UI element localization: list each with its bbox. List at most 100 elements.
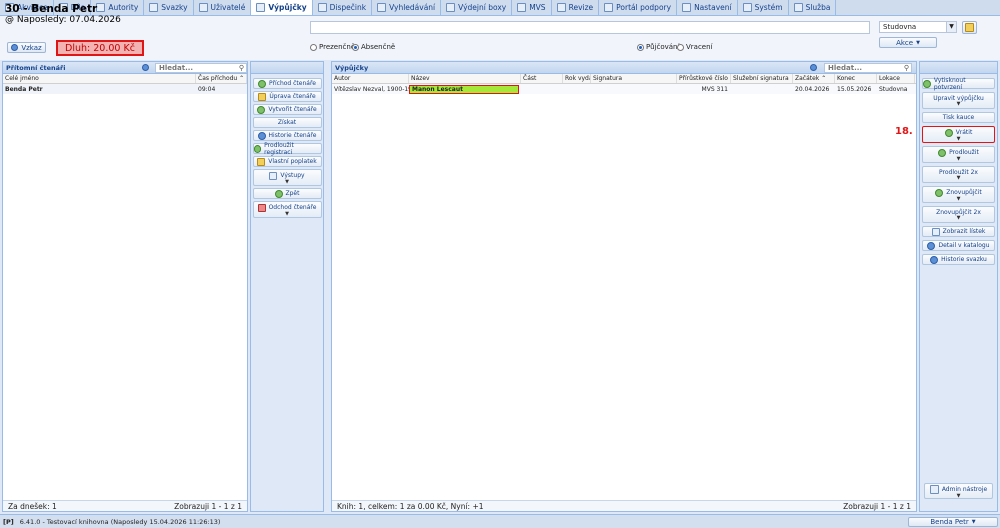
column-header[interactable]: Rok vydání bbox=[563, 74, 591, 83]
radio-return-dot bbox=[677, 43, 684, 51]
admin-tools-button[interactable]: Admin nástroje ▼ bbox=[924, 483, 993, 499]
table-row[interactable]: Benda Petr 09:04 bbox=[3, 84, 247, 94]
fee-button[interactable]: Vlastní poplatek bbox=[252, 156, 322, 167]
history-icon bbox=[257, 131, 266, 140]
arrival-time-cell: 09:04 bbox=[198, 85, 216, 93]
accession-cell: MVS 311 bbox=[701, 85, 728, 93]
status-prefix: [P] bbox=[3, 517, 14, 526]
present-readers-filter[interactable]: Hledat... ⚲ bbox=[155, 63, 247, 73]
tab-volumes[interactable]: Svazky bbox=[144, 0, 194, 15]
tab-mvs[interactable]: MVS bbox=[512, 0, 552, 15]
action-button-label: Akce bbox=[896, 38, 914, 47]
tab-label: Revize bbox=[568, 3, 594, 12]
catalog-button[interactable]: Detail v katalogu bbox=[922, 240, 995, 251]
status-text: 6.41.0 - Testovací knihovna (Naposledy 1… bbox=[19, 517, 221, 526]
column-header[interactable]: Část bbox=[521, 74, 563, 83]
print-button[interactable]: Výstupy ▼ bbox=[252, 169, 322, 186]
radio-presence[interactable]: Prezenčně bbox=[310, 43, 355, 51]
action-button[interactable]: Akce ▼ bbox=[879, 37, 937, 48]
volume-history-button[interactable]: Historie svazku bbox=[922, 254, 995, 265]
column-header[interactable]: Celé jméno bbox=[3, 74, 196, 83]
arrival-button[interactable]: Příchod čtenáře bbox=[252, 78, 322, 89]
tab-label: Nastavení bbox=[694, 3, 732, 12]
radio-absence[interactable]: Absenčně bbox=[352, 43, 395, 51]
reborrow-button[interactable]: Znovupůjčit ▼ bbox=[922, 186, 995, 203]
extend-button[interactable]: Prodloužit ▼ bbox=[922, 146, 995, 163]
message-icon bbox=[11, 44, 19, 51]
button-label: Vlastní poplatek bbox=[268, 158, 317, 165]
action-3-button[interactable]: Získat bbox=[252, 117, 322, 128]
button-label: Znovupůjčit bbox=[946, 189, 982, 196]
tab-label: Autority bbox=[108, 3, 139, 12]
tab-system[interactable]: Systém bbox=[738, 0, 789, 15]
reader-title: 30 - Benda Petr bbox=[5, 3, 98, 15]
loan-actions-column: Vytisknout potvrzení Upravit výpůjčku ▼ Tis… bbox=[919, 61, 998, 512]
column-header[interactable]: Signatura bbox=[591, 74, 677, 83]
location-cell: Studovna bbox=[879, 85, 908, 93]
filter-placeholder: Hledat... bbox=[159, 64, 194, 72]
button-label: Zobrazit lístek bbox=[942, 228, 986, 235]
tab-revision[interactable]: Revize bbox=[552, 0, 600, 15]
radio-borrow-label: Půjčování bbox=[646, 43, 680, 51]
create-reader-button[interactable]: Vytvořit čtenáře bbox=[252, 104, 322, 115]
info-icon[interactable] bbox=[810, 64, 817, 71]
column-header[interactable]: Přírůstkové číslo bbox=[677, 74, 731, 83]
tab-support[interactable]: Portál podpory bbox=[599, 0, 678, 15]
column-header[interactable]: Název bbox=[409, 74, 521, 83]
tab-settings[interactable]: Nastavení bbox=[677, 0, 738, 15]
extend-registration-button[interactable]: Prodloužit registraci bbox=[252, 141, 322, 156]
action-1-button[interactable]: Upravit výpůjčku ▼ bbox=[922, 92, 995, 109]
tab-label: Systém bbox=[754, 3, 783, 12]
column-header[interactable]: Služební signatura bbox=[731, 74, 793, 83]
user-menu-button[interactable]: Benda Petr ▼ bbox=[908, 517, 998, 527]
history-button[interactable]: Historie čtenáře bbox=[252, 130, 322, 141]
step-annotation: 18. bbox=[895, 126, 913, 137]
tab-search[interactable]: Vyhledávání bbox=[372, 0, 442, 15]
button-label: Prodloužit registraci bbox=[264, 141, 294, 156]
print-receipt-button[interactable]: Vytisknout potvrzení bbox=[922, 76, 995, 91]
return-button[interactable]: Vrátit ▼ bbox=[922, 126, 995, 143]
radio-borrow[interactable]: Půjčování bbox=[637, 43, 679, 51]
column-header[interactable]: Lokace bbox=[877, 74, 915, 83]
action-5-button[interactable]: Prodloužit 2x ▼ bbox=[922, 166, 995, 183]
barcode-input[interactable] bbox=[310, 21, 870, 34]
action-7-button[interactable]: Znovupůjčit 2x ▼ bbox=[922, 206, 995, 223]
tab-authority[interactable]: Autority bbox=[91, 0, 145, 15]
tab-boxes[interactable]: Výdejní boxy bbox=[441, 0, 513, 15]
lock-button[interactable] bbox=[962, 21, 977, 34]
message-button[interactable]: Vzkaz bbox=[7, 42, 46, 53]
ticket-button[interactable]: Zobrazit lístek bbox=[922, 226, 995, 237]
button-label: Odchod čtenáře bbox=[268, 204, 317, 211]
start-cell: 20.04.2026 bbox=[795, 85, 830, 93]
back-button[interactable]: Zpět bbox=[252, 188, 322, 199]
table-row[interactable]: Vítězslav Nezval, 1900-1958 Manon Lescau… bbox=[332, 84, 916, 94]
loans-header: Výpůjčky Hledat... ⚲ bbox=[332, 62, 916, 74]
radio-return[interactable]: Vracení bbox=[677, 43, 713, 51]
loans-filter[interactable]: Hledat... ⚲ bbox=[824, 63, 912, 73]
reader-actions-header bbox=[251, 62, 323, 74]
reborrow-icon bbox=[935, 188, 944, 197]
info-icon[interactable] bbox=[142, 64, 149, 71]
column-header[interactable]: Čas příchodu ⌃ bbox=[196, 74, 247, 83]
volume-history-icon bbox=[930, 255, 939, 264]
reader-name-cell: Benda Petr bbox=[5, 85, 43, 93]
location-select[interactable]: Studovna ▼ bbox=[879, 21, 957, 33]
debt-indicator[interactable]: Dluh: 20.00 Kč bbox=[56, 40, 144, 56]
tab-loans[interactable]: Výpůjčky bbox=[251, 0, 313, 15]
button-label: Vytisknout potvrzení bbox=[933, 76, 966, 91]
boxes-icon bbox=[446, 3, 456, 12]
tab-users[interactable]: Uživatelé bbox=[194, 0, 252, 15]
tab-dispatch[interactable]: Dispečink bbox=[313, 0, 373, 15]
departure-button[interactable]: Odchod čtenáře ▼ bbox=[252, 201, 322, 218]
column-header[interactable]: Autor bbox=[332, 74, 409, 83]
column-header[interactable]: Konec bbox=[835, 74, 877, 83]
tab-service[interactable]: Služba bbox=[789, 0, 837, 15]
revision-icon bbox=[556, 3, 566, 12]
column-header[interactable]: Začátek ⌃ bbox=[793, 74, 835, 83]
action-2-button[interactable]: Tisk kauce bbox=[922, 112, 995, 123]
loans-summary: Knih: 1, celkem: 1 za 0.00 Kč, Nyní: +1 bbox=[337, 501, 484, 511]
extend-registration-icon bbox=[253, 144, 262, 153]
edit-reader-button[interactable]: Úprava čtenáře bbox=[252, 91, 322, 102]
button-label: Historie svazku bbox=[941, 256, 987, 263]
present-readers-title: Přítomní čtenáři bbox=[6, 63, 66, 72]
